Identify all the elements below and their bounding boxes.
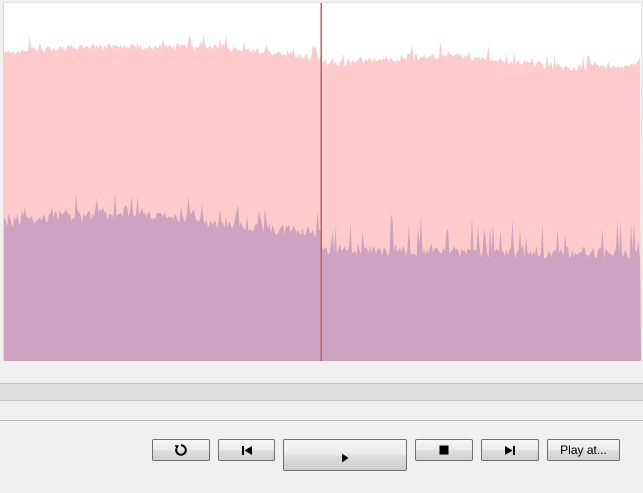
skip-forward-icon	[504, 445, 516, 456]
stop-icon	[439, 445, 449, 455]
play-at-button[interactable]: Play at...	[547, 439, 620, 461]
previous-button[interactable]	[218, 439, 275, 461]
stop-button[interactable]	[415, 439, 473, 461]
play-icon	[341, 453, 349, 463]
loop-button[interactable]	[152, 439, 210, 461]
play-button[interactable]	[283, 439, 407, 471]
loop-icon	[174, 443, 188, 457]
panel-divider	[0, 420, 643, 422]
play-at-label: Play at...	[560, 443, 607, 457]
audio-player-window: Play at...	[0, 0, 643, 493]
horizontal-scrollbar[interactable]	[0, 383, 643, 401]
skip-back-icon	[241, 445, 253, 456]
waveform-view[interactable]	[3, 2, 642, 361]
waveform-svg[interactable]	[4, 3, 641, 361]
next-button[interactable]	[481, 439, 539, 461]
